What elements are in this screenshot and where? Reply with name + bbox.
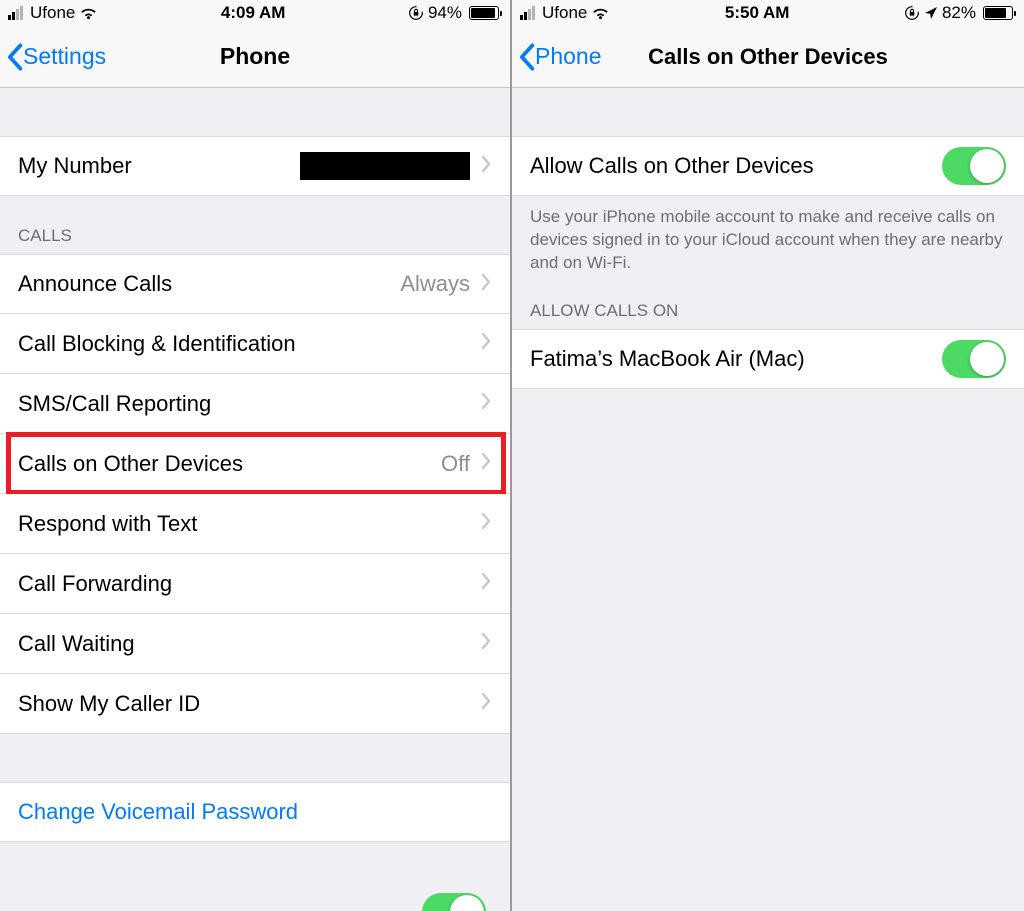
row-announce-calls[interactable]: Announce Calls Always [0,254,510,314]
carrier-label: Ufone [542,3,587,23]
row-device-macbook-air[interactable]: Fatima’s MacBook Air (Mac) [512,329,1024,389]
chevron-right-icon [480,692,492,715]
back-label: Settings [23,43,106,70]
screen-calls-on-other-devices: Ufone 5:50 AM 82% Phone Calls on Other D [512,0,1024,911]
row-respond-with-text[interactable]: Respond with Text [0,494,510,554]
wifi-icon [79,6,98,20]
battery-fill [985,8,1006,18]
row-my-number[interactable]: My Number [0,136,510,196]
row-show-my-caller-id[interactable]: Show My Caller ID [0,674,510,734]
nav-title: Calls on Other Devices [648,44,888,70]
row-value: Off [441,451,470,477]
row-label: Call Forwarding [18,571,480,597]
row-label: Calls on Other Devices [18,451,441,477]
chevron-right-icon [480,512,492,535]
status-time: 4:09 AM [98,3,408,23]
row-label: Change Voicemail Password [18,799,492,825]
row-label: Respond with Text [18,511,480,537]
status-bar: Ufone 4:09 AM 94% [0,0,510,26]
row-sms-call-reporting[interactable]: SMS/Call Reporting [0,374,510,434]
location-icon [924,6,938,20]
row-call-blocking[interactable]: Call Blocking & Identification [0,314,510,374]
content-scroll[interactable]: Allow Calls on Other Devices Use your iP… [512,88,1024,911]
back-label: Phone [535,43,602,70]
chevron-right-icon [480,332,492,355]
lock-rotation-icon [408,5,424,21]
status-bar: Ufone 5:50 AM 82% [512,0,1024,26]
chevron-right-icon [480,632,492,655]
group-header-calls: CALLS [0,196,510,254]
chevron-right-icon [480,155,492,178]
chevron-right-icon [480,273,492,296]
row-call-forwarding[interactable]: Call Forwarding [0,554,510,614]
battery-percent: 82% [942,3,976,23]
back-button[interactable]: Phone [518,26,602,87]
battery-fill [471,8,495,18]
status-right: 94% [408,3,502,23]
allow-calls-footer: Use your iPhone mobile account to make a… [512,196,1024,283]
row-label: Call Waiting [18,631,480,657]
row-label: SMS/Call Reporting [18,391,480,417]
toggle-allow-calls[interactable] [942,147,1006,185]
chevron-right-icon [480,392,492,415]
signal-icon [8,7,23,20]
battery-icon [983,6,1016,20]
carrier-label: Ufone [30,3,75,23]
nav-bar: Phone Calls on Other Devices [512,26,1024,88]
battery-percent: 94% [428,3,462,23]
row-change-voicemail-password[interactable]: Change Voicemail Password [0,782,510,842]
nav-bar: Settings Phone [0,26,510,88]
partial-switch-peek [422,893,486,911]
row-label: Announce Calls [18,271,400,297]
status-right: 82% [904,3,1016,23]
group-header-allow-calls-on: ALLOW CALLS ON [512,283,1024,329]
row-label: Allow Calls on Other Devices [530,153,942,179]
wifi-icon [591,6,610,20]
lock-rotation-icon [904,5,920,21]
screen-phone-settings: Ufone 4:09 AM 94% Settings Phone My Numb… [0,0,512,911]
row-value: Always [400,271,470,297]
chevron-right-icon [480,572,492,595]
row-label: Show My Caller ID [18,691,480,717]
row-label: My Number [18,153,300,179]
row-label: Fatima’s MacBook Air (Mac) [530,346,942,372]
back-button[interactable]: Settings [6,26,106,87]
row-label: Call Blocking & Identification [18,331,480,357]
signal-icon [520,7,535,20]
status-left: Ufone [8,3,98,23]
nav-title: Phone [220,43,290,70]
chevron-right-icon [480,452,492,475]
content-scroll[interactable]: My Number CALLS Announce Calls Always Ca… [0,88,510,911]
row-allow-calls-on-other-devices[interactable]: Allow Calls on Other Devices [512,136,1024,196]
status-left: Ufone [520,3,610,23]
toggle-device[interactable] [942,340,1006,378]
redacted-number [300,152,470,180]
row-call-waiting[interactable]: Call Waiting [0,614,510,674]
battery-icon [469,6,502,20]
row-calls-on-other-devices[interactable]: Calls on Other Devices Off [0,434,510,494]
status-time: 5:50 AM [610,3,904,23]
